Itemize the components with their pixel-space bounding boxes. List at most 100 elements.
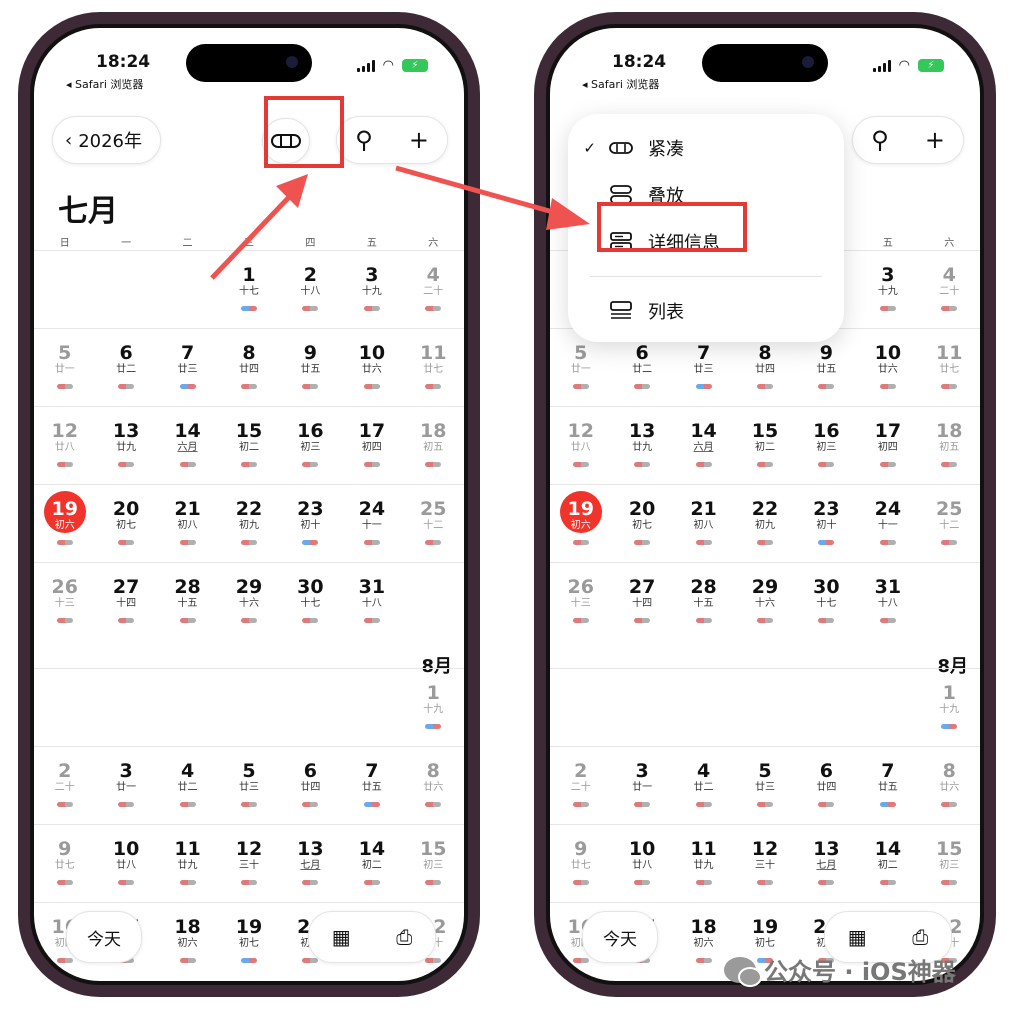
inbox-icon[interactable]: ⎙	[912, 925, 928, 949]
day-cell[interactable]: 23 初十	[796, 485, 857, 562]
day-cell[interactable]: 8 廿六	[919, 747, 980, 824]
day-cell[interactable]: 19 初六	[550, 485, 611, 562]
day-cell[interactable]: 3 十九	[341, 251, 402, 328]
day-cell[interactable]: 3 十九	[857, 251, 918, 328]
menu-item-compact[interactable]: ✓ 紧凑	[568, 128, 844, 168]
day-cell[interactable]: 7 廿三	[157, 329, 218, 406]
day-cell[interactable]: 10 廿八	[611, 825, 672, 902]
day-cell[interactable]: 7 廿五	[341, 747, 402, 824]
day-cell[interactable]: 18 初五	[403, 407, 464, 484]
day-cell[interactable]: 13 七月	[280, 825, 341, 902]
day-cell[interactable]: 3 廿一	[611, 747, 672, 824]
day-cell[interactable]: 31 十八	[341, 563, 402, 640]
day-cell[interactable]: 30 十七	[796, 563, 857, 640]
day-cell[interactable]: 20 初七	[95, 485, 156, 562]
day-cell[interactable]: 25 十二	[919, 485, 980, 562]
day-cell[interactable]: 5 廿三	[218, 747, 279, 824]
day-cell[interactable]: 6 廿二	[95, 329, 156, 406]
day-cell[interactable]: 27 十四	[95, 563, 156, 640]
day-cell[interactable]: 31 十八	[857, 563, 918, 640]
search-icon[interactable]: ⚲	[871, 126, 889, 154]
day-cell[interactable]: 3 廿一	[95, 747, 156, 824]
day-cell[interactable]: 8 廿四	[218, 329, 279, 406]
day-cell[interactable]: 12 廿八	[34, 407, 95, 484]
day-cell[interactable]: 2 二十	[550, 747, 611, 824]
day-cell[interactable]: 5 廿一	[34, 329, 95, 406]
day-cell[interactable]: 6 廿四	[796, 747, 857, 824]
day-cell[interactable]: 11 廿七	[919, 329, 980, 406]
day-cell[interactable]: 29 十六	[734, 563, 795, 640]
day-cell[interactable]: 15 初三	[919, 825, 980, 902]
day-cell[interactable]: 13 七月	[796, 825, 857, 902]
day-cell[interactable]: 2 二十	[34, 747, 95, 824]
day-cell[interactable]: 17 初四	[341, 407, 402, 484]
search-icon[interactable]: ⚲	[355, 126, 373, 154]
day-cell[interactable]: 30 十七	[280, 563, 341, 640]
day-cell[interactable]: 23 初十	[280, 485, 341, 562]
day-cell[interactable]: 4 廿二	[673, 747, 734, 824]
day-cell[interactable]: 4 二十	[919, 251, 980, 328]
day-cell[interactable]: 21 初八	[673, 485, 734, 562]
day-cell[interactable]: 4 二十	[403, 251, 464, 328]
day-cell[interactable]: 24 十一	[857, 485, 918, 562]
back-to-safari-link[interactable]: ◂ Safari 浏览器	[66, 76, 143, 92]
day-cell[interactable]: 28 十五	[157, 563, 218, 640]
day-cell[interactable]: 8 廿六	[403, 747, 464, 824]
add-icon[interactable]: +	[925, 126, 945, 154]
day-cell[interactable]: 9 廿七	[34, 825, 95, 902]
day-cell[interactable]: 26 十三	[34, 563, 95, 640]
day-cell[interactable]: 15 初二	[734, 407, 795, 484]
calendar-icon[interactable]: ▦	[332, 925, 351, 949]
day-cell[interactable]: 19 初六	[34, 485, 95, 562]
day-cell[interactable]: 16 初三	[280, 407, 341, 484]
day-cell[interactable]: 14 六月	[157, 407, 218, 484]
day-cell[interactable]: 15 初三	[403, 825, 464, 902]
day-cell[interactable]: 9 廿七	[550, 825, 611, 902]
day-cell[interactable]: 6 廿四	[280, 747, 341, 824]
calendar-icon[interactable]: ▦	[848, 925, 867, 949]
day-cell[interactable]: 10 廿八	[95, 825, 156, 902]
day-cell[interactable]: 10 廿六	[341, 329, 402, 406]
day-cell[interactable]: 12 三十	[734, 825, 795, 902]
day-cell[interactable]: 29 十六	[218, 563, 279, 640]
day-cell[interactable]: 12 廿八	[550, 407, 611, 484]
day-cell[interactable]: 15 初二	[218, 407, 279, 484]
day-cell[interactable]: 14 初二	[341, 825, 402, 902]
day-cell[interactable]: 10 廿六	[857, 329, 918, 406]
day-cell[interactable]: 4 廿二	[157, 747, 218, 824]
day-cell[interactable]: 17 初四	[857, 407, 918, 484]
day-cell[interactable]: 22 初九	[734, 485, 795, 562]
day-cell[interactable]: 28 十五	[673, 563, 734, 640]
day-cell[interactable]: 24 十一	[341, 485, 402, 562]
day-cell[interactable]: 13 廿九	[95, 407, 156, 484]
day-cell[interactable]: 25 十二	[403, 485, 464, 562]
back-year-button[interactable]: ‹ 2026年	[52, 116, 162, 164]
day-cell[interactable]: 27 十四	[611, 563, 672, 640]
day-cell[interactable]: 1 十九	[403, 669, 464, 746]
day-cell[interactable]: 7 廿五	[857, 747, 918, 824]
inbox-icon[interactable]: ⎙	[396, 925, 412, 949]
day-cell[interactable]: 14 初二	[857, 825, 918, 902]
day-cell[interactable]: 9 廿五	[280, 329, 341, 406]
add-icon[interactable]: +	[409, 126, 429, 154]
lunar-date: 十七	[300, 598, 321, 609]
day-number: 21	[690, 498, 717, 520]
day-cell[interactable]: 26 十三	[550, 563, 611, 640]
day-cell[interactable]: 20 初七	[611, 485, 672, 562]
day-cell[interactable]: 12 三十	[218, 825, 279, 902]
day-cell[interactable]: 21 初八	[157, 485, 218, 562]
day-cell[interactable]: 16 初三	[796, 407, 857, 484]
day-cell[interactable]: 13 廿九	[611, 407, 672, 484]
today-button[interactable]: 今天	[66, 911, 142, 963]
back-to-safari-link[interactable]: ◂ Safari 浏览器	[582, 76, 659, 92]
day-cell[interactable]: 14 六月	[673, 407, 734, 484]
day-cell[interactable]: 22 初九	[218, 485, 279, 562]
day-cell[interactable]: 18 初五	[919, 407, 980, 484]
menu-item-list[interactable]: 列表	[568, 291, 844, 331]
day-cell[interactable]: 11 廿九	[157, 825, 218, 902]
day-cell[interactable]: 11 廿九	[673, 825, 734, 902]
today-button[interactable]: 今天	[582, 911, 658, 963]
day-cell[interactable]: 5 廿三	[734, 747, 795, 824]
day-cell[interactable]: 1 十九	[919, 669, 980, 746]
day-cell[interactable]: 11 廿七	[403, 329, 464, 406]
